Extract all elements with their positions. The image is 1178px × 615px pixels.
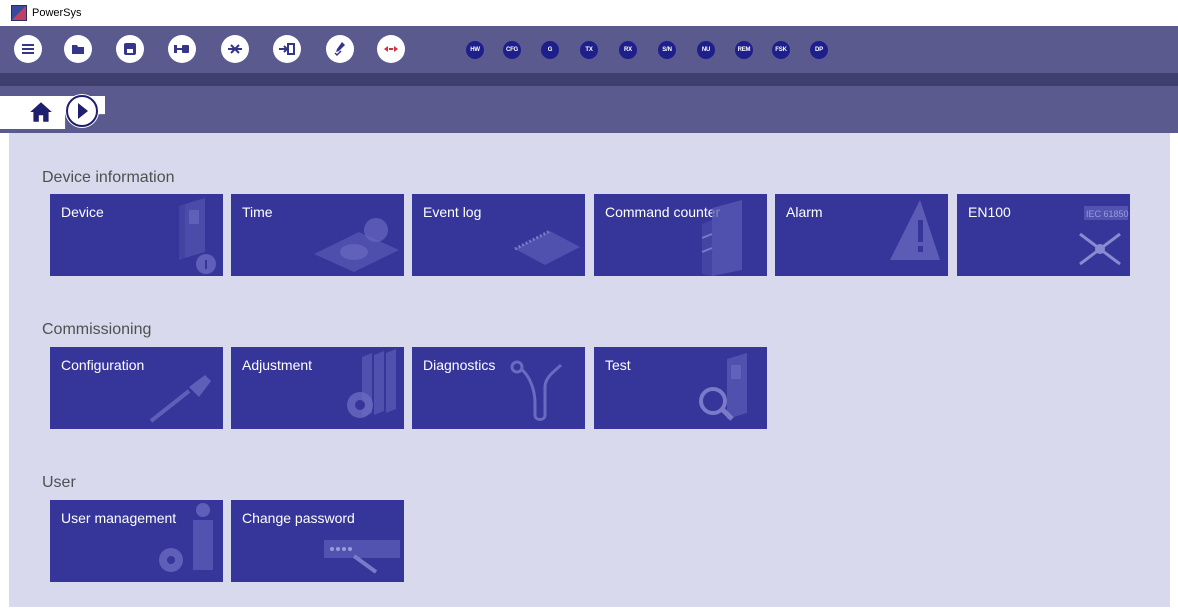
save-icon — [124, 43, 136, 55]
status-rx[interactable]: RX — [619, 41, 637, 59]
forward-button[interactable] — [65, 94, 99, 128]
notebook-icon — [514, 229, 580, 265]
login-icon — [279, 43, 295, 55]
section-title-device-information: Device information — [42, 169, 175, 186]
disconnect-button[interactable] — [221, 35, 249, 63]
compare-button[interactable] — [377, 35, 405, 63]
section-title-commissioning: Commissioning — [42, 321, 152, 338]
tile-change-password[interactable]: Change password — [231, 500, 404, 582]
stethoscope-icon — [510, 360, 563, 421]
disconnect-icon — [228, 44, 242, 54]
app-icon — [11, 5, 27, 21]
navigation-bar — [0, 86, 1178, 133]
screwdriver-icon — [149, 375, 211, 423]
tile-event-log[interactable]: Event log — [412, 194, 585, 276]
title-bar: PowerSys — [0, 0, 1178, 26]
connect-button[interactable] — [168, 35, 196, 63]
status-hw[interactable]: HW — [466, 41, 484, 59]
tile-time[interactable]: Time — [231, 194, 404, 276]
tile-label: Time — [242, 204, 273, 220]
tile-label: Alarm — [786, 204, 823, 220]
magnifier-icon — [699, 353, 747, 421]
open-button[interactable] — [64, 35, 92, 63]
tile-test[interactable]: Test — [594, 347, 767, 429]
tile-command-counter[interactable]: Command counter — [594, 194, 767, 276]
status-fsk[interactable]: FSK — [772, 41, 790, 59]
edit-button[interactable] — [326, 35, 354, 63]
save-button[interactable] — [116, 35, 144, 63]
home-button[interactable] — [27, 98, 55, 126]
connect-icon — [174, 45, 189, 53]
status-dp[interactable]: DP — [810, 41, 828, 59]
tile-label: EN100 — [968, 204, 1011, 220]
menu-button[interactable] — [14, 35, 42, 63]
main-content: Device information Device Time Event log… — [9, 133, 1170, 607]
user-gear-icon — [159, 503, 213, 572]
gear-books-icon — [347, 349, 396, 418]
iec-badge: IEC 61850 — [1086, 209, 1129, 219]
tile-label: Test — [605, 357, 631, 373]
window-title: PowerSys — [32, 7, 82, 19]
toolbar-divider — [0, 73, 1178, 86]
cabinet-icon — [701, 200, 742, 276]
pencil-check-icon — [334, 42, 345, 57]
status-rem[interactable]: REM — [735, 41, 753, 59]
play-arrow-icon — [66, 95, 98, 127]
clock-icon — [314, 218, 399, 272]
tile-en100[interactable]: EN100 IEC 61850 — [957, 194, 1130, 276]
status-g[interactable]: G — [541, 41, 559, 59]
section-title-user: User — [42, 474, 76, 491]
device-info-icon — [179, 198, 216, 274]
tile-adjustment[interactable]: Adjustment — [231, 347, 404, 429]
hamburger-icon — [22, 44, 34, 54]
tile-configuration[interactable]: Configuration — [50, 347, 223, 429]
status-cfg[interactable]: CFG — [503, 41, 521, 59]
tile-device[interactable]: Device — [50, 194, 223, 276]
network-icon: IEC 61850 — [1079, 206, 1129, 266]
compare-arrows-icon — [384, 46, 398, 52]
warning-icon — [890, 200, 940, 260]
status-tx[interactable]: TX — [580, 41, 598, 59]
tile-alarm[interactable]: Alarm — [775, 194, 948, 276]
home-icon — [30, 102, 52, 122]
status-nu[interactable]: NU — [697, 41, 715, 59]
folder-icon — [72, 45, 84, 54]
tile-user-management[interactable]: User management — [50, 500, 223, 582]
tile-diagnostics[interactable]: Diagnostics — [412, 347, 585, 429]
status-sn[interactable]: S/N — [658, 41, 676, 59]
toolbar: HW CFG G TX RX S/N NU REM FSK DP — [0, 26, 1178, 73]
login-button[interactable] — [273, 35, 301, 63]
tile-label: Device — [61, 204, 104, 220]
password-icon — [324, 540, 400, 574]
tile-label: Adjustment — [242, 357, 313, 373]
tile-label: Event log — [423, 204, 482, 220]
